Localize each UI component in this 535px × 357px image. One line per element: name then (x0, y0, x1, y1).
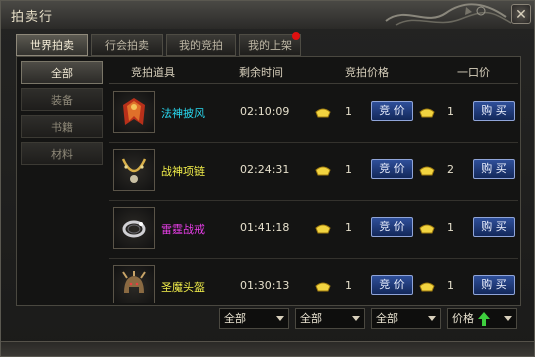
gold-ingot-icon (419, 282, 435, 292)
buy-button[interactable]: 购 买 (473, 101, 515, 121)
bid-price: 1 (345, 163, 352, 176)
gold-ingot-icon (419, 166, 435, 176)
header-bid-price: 竞拍价格 (345, 66, 389, 79)
sidebar-item-equipment[interactable]: 装备 (21, 88, 103, 111)
filter-dropdown-1[interactable]: 全部 (219, 308, 289, 329)
notification-dot (292, 32, 300, 40)
sort-price-dropdown[interactable]: 价格 (447, 308, 517, 329)
window-title: 拍卖行 (11, 10, 54, 25)
ring-icon[interactable] (113, 207, 155, 249)
buy-button[interactable]: 购 买 (473, 159, 515, 179)
sidebar-item-books[interactable]: 书籍 (21, 115, 103, 138)
tab-world-auction[interactable]: 世界拍卖 (16, 34, 88, 56)
filter-dropdown-2[interactable]: 全部 (295, 308, 365, 329)
filter-bar: 全部 全部 全部 价格 (219, 308, 519, 330)
bid-price: 1 (345, 105, 352, 118)
buyout-price: 2 (447, 163, 454, 176)
bid-button[interactable]: 竞 价 (371, 275, 413, 295)
table-row: 法神披风 02:10:09 1 竞 价 1 购 买 (109, 85, 518, 143)
buy-button[interactable]: 购 买 (473, 217, 515, 237)
table-row: 雷霆战戒 01:41:18 1 竞 价 1 购 买 (109, 201, 518, 259)
header-buyout: 一口价 (457, 66, 490, 79)
buyout-price: 1 (447, 105, 454, 118)
main-panel: 全部 装备 书籍 材料 竞拍道具 剩余时间 竞拍价格 一口价 法神披风 02:1… (16, 56, 521, 306)
gold-ingot-icon (419, 108, 435, 118)
gold-ingot-icon (315, 108, 331, 118)
filter-dropdown-3[interactable]: 全部 (371, 308, 441, 329)
dragon-ornament-icon (385, 3, 512, 26)
bid-button[interactable]: 竞 价 (371, 159, 413, 179)
helmet-icon[interactable] (113, 265, 155, 303)
cloak-icon[interactable] (113, 91, 155, 133)
chevron-down-icon (504, 316, 512, 321)
item-name: 战神项链 (161, 165, 205, 178)
buyout-price: 1 (447, 279, 454, 292)
remaining-time: 01:30:13 (240, 279, 290, 292)
auction-window: 拍卖行 ✕ 世界拍卖 行会拍卖 我的竞拍 我的上架 全部 装备 书籍 材料 竞拍… (0, 0, 535, 357)
header-time: 剩余时间 (239, 66, 283, 79)
chevron-down-icon (428, 316, 436, 321)
item-name: 法神披风 (161, 107, 205, 120)
title-bar[interactable]: 拍卖行 ✕ (1, 1, 534, 29)
header-item: 竞拍道具 (131, 66, 175, 79)
bid-button[interactable]: 竞 价 (371, 217, 413, 237)
gold-ingot-icon (315, 166, 331, 176)
dropdown-value: 全部 (300, 312, 322, 325)
item-name: 圣魔头盔 (161, 281, 205, 294)
category-sidebar: 全部 装备 书籍 材料 (21, 61, 103, 169)
tab-my-bids[interactable]: 我的竞拍 (166, 34, 236, 56)
dropdown-value: 价格 (452, 312, 474, 325)
close-button[interactable]: ✕ (511, 4, 531, 24)
sidebar-item-materials[interactable]: 材料 (21, 142, 103, 165)
bid-price: 1 (345, 221, 352, 234)
tab-guild-auction[interactable]: 行会拍卖 (91, 34, 163, 56)
buyout-price: 1 (447, 221, 454, 234)
table-row: 圣魔头盔 01:30:13 1 竞 价 1 购 买 (109, 259, 518, 303)
chevron-down-icon (352, 316, 360, 321)
necklace-icon[interactable] (113, 149, 155, 191)
gold-ingot-icon (315, 282, 331, 292)
buy-button[interactable]: 购 买 (473, 275, 515, 295)
gold-ingot-icon (315, 224, 331, 234)
bid-button[interactable]: 竞 价 (371, 101, 413, 121)
table-header: 竞拍道具 剩余时间 竞拍价格 一口价 (109, 59, 518, 84)
bottom-frame (1, 341, 534, 356)
item-name: 雷霆战戒 (161, 223, 205, 236)
remaining-time: 02:24:31 (240, 163, 290, 176)
chevron-down-icon (276, 316, 284, 321)
dropdown-value: 全部 (376, 312, 398, 325)
green-up-arrow-icon (478, 312, 490, 326)
auction-table: 竞拍道具 剩余时间 竞拍价格 一口价 法神披风 02:10:09 1 竞 价 1… (109, 59, 518, 303)
dropdown-value: 全部 (224, 312, 246, 325)
remaining-time: 01:41:18 (240, 221, 290, 234)
gold-ingot-icon (419, 224, 435, 234)
bid-price: 1 (345, 279, 352, 292)
sidebar-item-all[interactable]: 全部 (21, 61, 103, 84)
remaining-time: 02:10:09 (240, 105, 290, 118)
table-row: 战神项链 02:24:31 1 竞 价 2 购 买 (109, 143, 518, 201)
